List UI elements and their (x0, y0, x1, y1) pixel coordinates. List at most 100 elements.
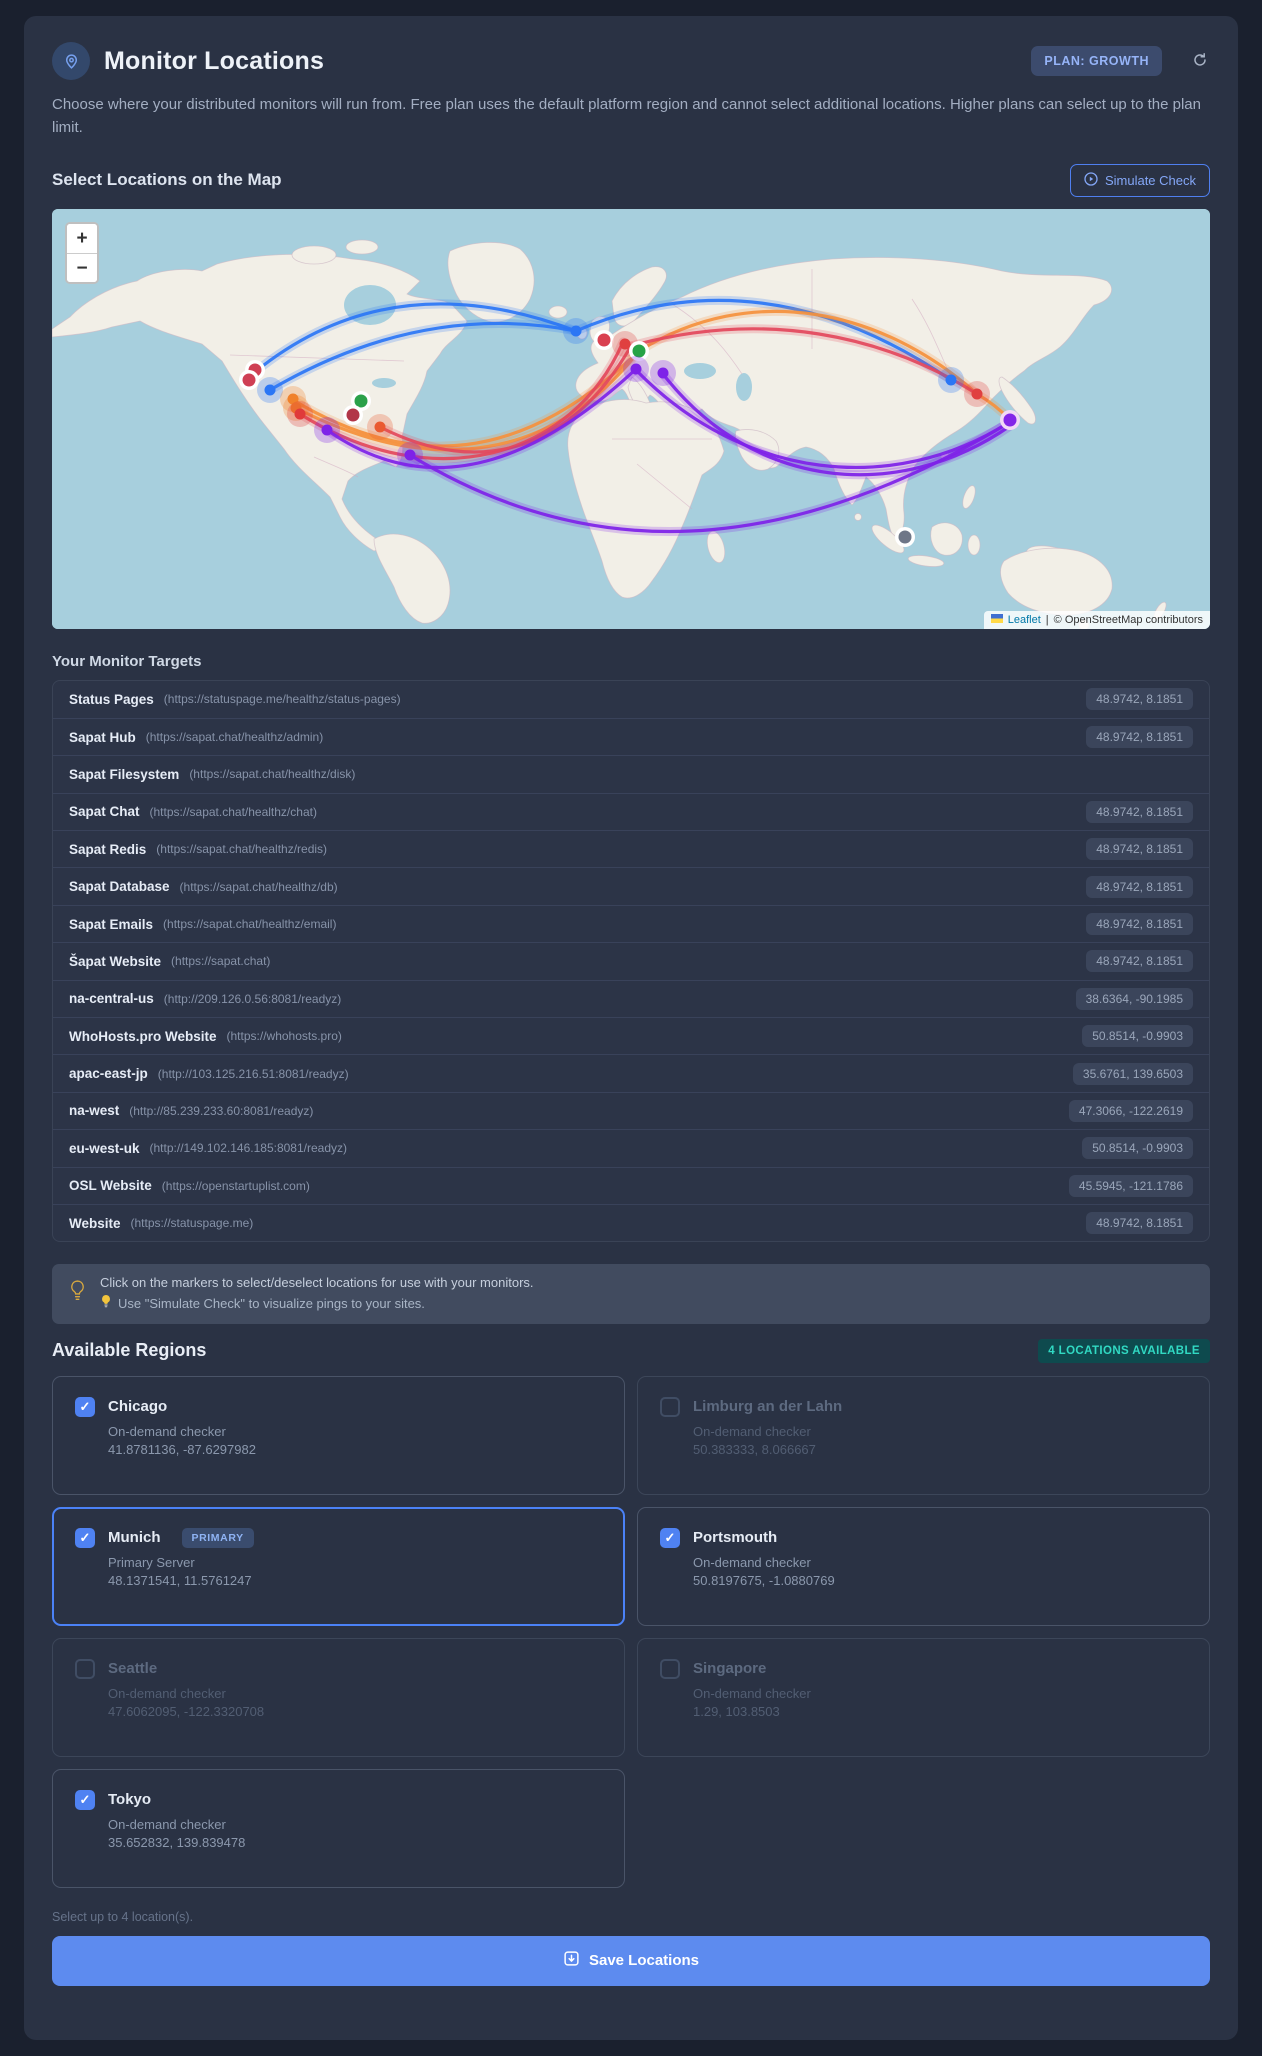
simulate-check-button[interactable]: Simulate Check (1069, 163, 1210, 197)
region-coords: 47.6062095, -122.3320708 (108, 1703, 265, 1719)
target-coords-badge: 35.6761, 139.6503 (1072, 1062, 1193, 1085)
region-checkbox-checked[interactable]: ✓ (75, 1396, 95, 1417)
target-name: Sapat Database (69, 879, 170, 895)
target-coords-badge: 38.6364, -90.1985 (1075, 987, 1193, 1010)
leaflet-link[interactable]: Leaflet (1008, 614, 1041, 626)
target-url: (http://85.239.233.60:8081/readyz) (129, 1103, 314, 1118)
save-locations-button[interactable]: Save Locations (52, 1935, 1210, 1986)
plan-badge: PLAN: GROWTH (1031, 46, 1162, 76)
target-name: Status Pages (69, 691, 154, 707)
map-marker[interactable] (964, 380, 990, 407)
table-row: na-central-us (http://209.126.0.56:8081/… (53, 979, 1209, 1017)
region-checkbox-checked[interactable]: ✓ (75, 1527, 95, 1548)
region-type: On-demand checker (693, 1423, 811, 1439)
table-row: Sapat Database (https://sapat.chat/healt… (53, 867, 1209, 904)
region-card[interactable]: ✓ Tokyo On-demand checker 35.652832, 139… (52, 1768, 625, 1888)
region-coords: 50.8197675, -1.0880769 (693, 1572, 835, 1588)
locations-available-badge: 4 LOCATIONS AVAILABLE (1038, 1338, 1210, 1363)
target-url: (https://sapat.chat/healthz/redis) (156, 842, 328, 857)
target-name: OSL Website (69, 1178, 152, 1194)
region-card[interactable]: ✓ Portsmouth On-demand checker 50.819767… (637, 1506, 1210, 1626)
table-row: apac-east-jp (http://103.125.216.51:8081… (53, 1054, 1209, 1091)
target-coords-badge: 48.9742, 8.1851 (1086, 950, 1193, 973)
region-card[interactable]: Limburg an der Lahn On-demand checker 50… (637, 1375, 1210, 1495)
region-coords: 41.8781136, -87.6297982 (108, 1441, 256, 1457)
target-url: (https://openstartuplist.com) (161, 1178, 310, 1193)
target-url: (https://sapat.chat/healthz/email) (163, 917, 337, 932)
ukraine-flag-icon (990, 613, 1003, 626)
target-coords-badge: 48.9742, 8.1851 (1086, 838, 1193, 861)
map-marker[interactable] (563, 317, 589, 344)
region-name: Seattle (108, 1660, 158, 1678)
region-coords: 50.383333, 8.066667 (693, 1441, 816, 1457)
map-marker[interactable] (1000, 409, 1020, 430)
region-type: On-demand checker (693, 1685, 811, 1701)
region-checkbox-checked[interactable]: ✓ (75, 1789, 95, 1810)
targets-heading: Your Monitor Targets (52, 652, 202, 670)
table-row: OSL Website (https://openstartuplist.com… (53, 1166, 1209, 1204)
target-url: (http://209.126.0.56:8081/readyz) (163, 991, 342, 1006)
world-map[interactable]: + − Leaflet | © OpenStreetMap contributo… (52, 208, 1210, 629)
table-row: Status Pages (https://statuspage.me/heal… (53, 681, 1209, 718)
zoom-in-button[interactable]: + (67, 223, 97, 253)
region-checkbox-checked[interactable]: ✓ (660, 1527, 680, 1548)
target-name: apac-east-jp (69, 1066, 148, 1082)
target-coords-badge: 48.9742, 8.1851 (1086, 1212, 1193, 1235)
table-row: Šapat Website (https://sapat.chat) 48.97… (53, 942, 1209, 979)
target-url: (https://sapat.chat/healthz/admin) (145, 730, 324, 745)
target-coords-badge: 47.3066, -122.2619 (1068, 1099, 1193, 1122)
map-marker[interactable] (594, 329, 614, 350)
tip-line-1: Click on the markers to select/deselect … (100, 1275, 534, 1291)
table-row: eu-west-uk (http://149.102.146.185:8081/… (53, 1129, 1209, 1166)
target-name: Sapat Chat (69, 804, 140, 820)
target-name: Sapat Emails (69, 916, 154, 932)
regions-header: Available Regions 4 LOCATIONS AVAILABLE (52, 1338, 1210, 1363)
map-marker[interactable] (343, 404, 363, 425)
map-marker[interactable] (239, 369, 259, 390)
map-marker[interactable] (397, 441, 423, 468)
lightbulb-icon (68, 1279, 87, 1309)
table-row: WhoHosts.pro Website (https://whohosts.p… (53, 1017, 1209, 1054)
target-name: na-west (69, 1103, 120, 1119)
target-url: (https://statuspage.me) (130, 1216, 254, 1231)
map-marker[interactable] (895, 526, 915, 547)
map-marker[interactable] (257, 376, 283, 403)
save-locations-label: Save Locations (588, 1952, 700, 1970)
zoom-out-button[interactable]: − (67, 252, 97, 282)
region-coords: 48.1371541, 11.5761247 (108, 1572, 252, 1588)
target-coords-badge: 48.9742, 8.1851 (1086, 800, 1193, 823)
simulate-check-label: Simulate Check (1104, 172, 1196, 188)
header: Monitor Locations PLAN: GROWTH (52, 42, 1210, 80)
map-marker[interactable] (314, 416, 340, 443)
map-zoom-control: + − (65, 221, 99, 284)
target-coords-badge: 50.8514, -0.9903 (1082, 1137, 1193, 1160)
region-checkbox[interactable] (75, 1658, 95, 1679)
table-row: Sapat Hub (https://sapat.chat/healthz/ad… (53, 717, 1209, 755)
region-card[interactable]: ✓ Chicago On-demand checker 41.8781136, … (52, 1375, 625, 1495)
region-checkbox[interactable] (660, 1396, 680, 1417)
map-marker[interactable] (650, 359, 676, 386)
map-marker[interactable] (938, 366, 964, 393)
page-description: Choose where your distributed monitors w… (52, 96, 1201, 137)
target-coords-badge: 50.8514, -0.9903 (1082, 1025, 1193, 1048)
region-card[interactable]: Seattle On-demand checker 47.6062095, -1… (52, 1637, 625, 1757)
map-marker[interactable] (623, 355, 649, 382)
map-marker[interactable] (367, 413, 393, 440)
region-card[interactable]: Singapore On-demand checker 1.29, 103.85… (637, 1637, 1210, 1757)
map-marker[interactable] (287, 400, 313, 427)
target-coords-badge: 48.9742, 8.1851 (1086, 875, 1193, 898)
location-pin-icon (52, 42, 90, 80)
region-type: Primary Server (108, 1554, 195, 1570)
primary-badge: PRIMARY (181, 1527, 254, 1548)
target-coords-badge: 48.9742, 8.1851 (1086, 726, 1193, 749)
attribution-separator: | (1045, 613, 1049, 626)
region-cards-grid: ✓ Chicago On-demand checker 41.8781136, … (52, 1375, 1210, 1888)
region-checkbox[interactable] (660, 1658, 680, 1679)
table-row: na-west (http://85.239.233.60:8081/ready… (53, 1091, 1209, 1129)
refresh-icon (1192, 52, 1208, 71)
map-canvas (52, 208, 1210, 629)
target-url: (http://103.125.216.51:8081/readyz) (157, 1066, 349, 1081)
region-card[interactable]: ✓ Munich PRIMARY Primary Server 48.13715… (52, 1506, 625, 1626)
target-name: eu-west-uk (69, 1140, 140, 1156)
refresh-button[interactable] (1190, 50, 1210, 73)
